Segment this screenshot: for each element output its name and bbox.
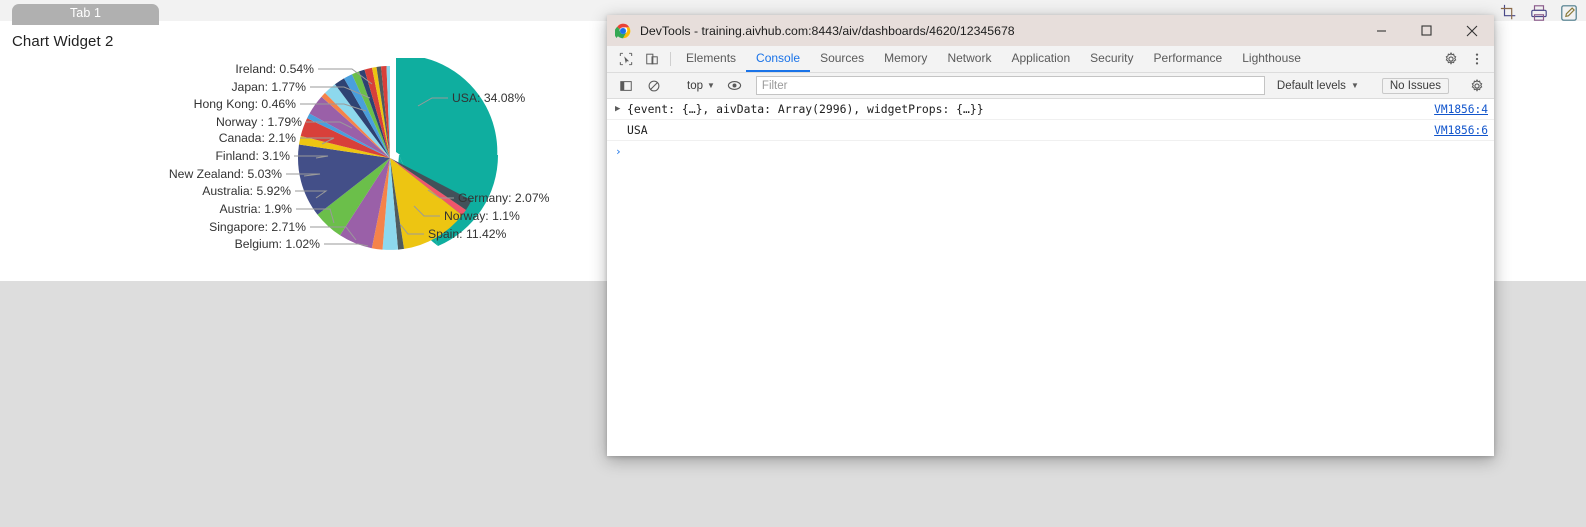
console-log-message: USA (627, 123, 648, 137)
devtools-tab-list: Elements Console Sources Memory Network … (676, 46, 1311, 72)
chevron-down-icon-levels: ▼ (1350, 80, 1359, 90)
tab-console[interactable]: Console (746, 46, 811, 72)
console-sidebar-icon[interactable] (613, 79, 639, 93)
pie-label-norway-2: Norway : 1.79% (216, 115, 302, 129)
chevron-down-icon: ▼ (707, 80, 715, 90)
devtools-tabbar: Elements Console Sources Memory Network … (607, 46, 1494, 73)
execution-context-label: top (687, 79, 703, 92)
pie-label-norway-1: Norway: 1.1% (444, 209, 520, 223)
console-log-message: {event: {…}, aivData: Array(2996), widge… (627, 102, 984, 116)
tab-application[interactable]: Application (1001, 46, 1080, 72)
pie-label-newzealand: New Zealand: 5.03% (169, 167, 282, 181)
log-levels-select[interactable]: Default levels ▼ (1273, 80, 1363, 92)
tab-performance[interactable]: Performance (1144, 46, 1233, 72)
screen: Tab 1 Chart Widget 2 Ireland: 0.54% Japa… (0, 0, 1586, 527)
close-button[interactable] (1449, 15, 1494, 46)
chrome-logo-icon (615, 23, 631, 38)
console-log-source-link[interactable]: VM1856:6 (1434, 124, 1488, 137)
pie-label-usa: USA: 34.08% (452, 91, 525, 105)
console-log-source-link[interactable]: VM1856:4 (1434, 103, 1488, 116)
expand-arrow-icon[interactable]: ▶ (615, 104, 627, 114)
devtools-titlebar: DevTools - training.aivhub.com:8443/aiv/… (607, 15, 1494, 46)
console-toolbar: top ▼ Default levels ▼ No Issues (607, 73, 1494, 99)
pie-chart: Ireland: 0.54% Japan: 1.77% Hong Kong: 0… (0, 58, 607, 280)
console-settings-gear-icon[interactable] (1464, 78, 1490, 93)
pie-label-austria: Austria: 1.9% (220, 202, 293, 216)
minimize-button[interactable] (1359, 15, 1404, 46)
console-log-row[interactable]: USA VM1856:6 (607, 120, 1494, 141)
pie-label-australia: Australia: 5.92% (202, 184, 291, 198)
widget-title: Chart Widget 2 (12, 33, 114, 50)
more-options-icon[interactable] (1464, 52, 1490, 66)
tab-elements[interactable]: Elements (676, 46, 746, 72)
execution-context-select[interactable]: top ▼ (682, 77, 720, 95)
devtools-window: DevTools - training.aivhub.com:8443/aiv/… (607, 15, 1494, 456)
devtools-title: DevTools - training.aivhub.com:8443/aiv/… (640, 23, 1015, 38)
settings-gear-icon[interactable] (1438, 52, 1464, 66)
console-output: ▶ {event: {…}, aivData: Array(2996), wid… (607, 99, 1494, 454)
pie-label-hongkong: Hong Kong: 0.46% (194, 97, 296, 111)
console-prompt-row[interactable]: › (607, 141, 1494, 161)
clear-console-icon[interactable] (641, 79, 667, 93)
log-levels-label: Default levels (1276, 79, 1346, 92)
console-filter-input[interactable] (755, 76, 1265, 95)
tabbar-divider (670, 52, 671, 66)
pie-label-finland: Finland: 3.1% (215, 149, 290, 163)
pie-chart-svg: Ireland: 0.54% Japan: 1.77% Hong Kong: 0… (169, 58, 550, 251)
tab-security[interactable]: Security (1080, 46, 1143, 72)
pie-label-canada: Canada: 2.1% (219, 131, 296, 145)
crop-icon[interactable] (1500, 4, 1518, 22)
console-log-row[interactable]: ▶ {event: {…}, aivData: Array(2996), wid… (607, 99, 1494, 120)
live-expression-icon[interactable] (722, 78, 748, 93)
inspect-element-icon[interactable] (613, 46, 639, 72)
tab-lighthouse[interactable]: Lighthouse (1232, 46, 1311, 72)
pie-label-ireland: Ireland: 0.54% (235, 62, 314, 76)
log-indent-spacer (615, 130, 627, 131)
pie-label-japan: Japan: 1.77% (231, 80, 306, 94)
console-prompt-icon: › (615, 144, 622, 158)
edit-icon[interactable] (1560, 4, 1578, 22)
device-toolbar-icon[interactable] (639, 46, 665, 72)
tab-memory[interactable]: Memory (874, 46, 937, 72)
tabbar-actions (1427, 46, 1494, 72)
dashboard-tab-1[interactable]: Tab 1 (12, 4, 159, 25)
page-toolbar (1500, 4, 1578, 22)
pie-label-spain: Spain: 11.42% (428, 227, 507, 241)
issues-button[interactable]: No Issues (1381, 77, 1449, 94)
print-icon[interactable] (1530, 4, 1548, 22)
pie-label-germany: Germany: 2.07% (458, 191, 550, 205)
tab-sources[interactable]: Sources (810, 46, 874, 72)
pie-label-singapore: Singapore: 2.71% (209, 220, 306, 234)
tab-network[interactable]: Network (937, 46, 1001, 72)
window-controls (1359, 15, 1494, 46)
maximize-button[interactable] (1404, 15, 1449, 46)
pie-label-belgium: Belgium: 1.02% (235, 237, 321, 251)
